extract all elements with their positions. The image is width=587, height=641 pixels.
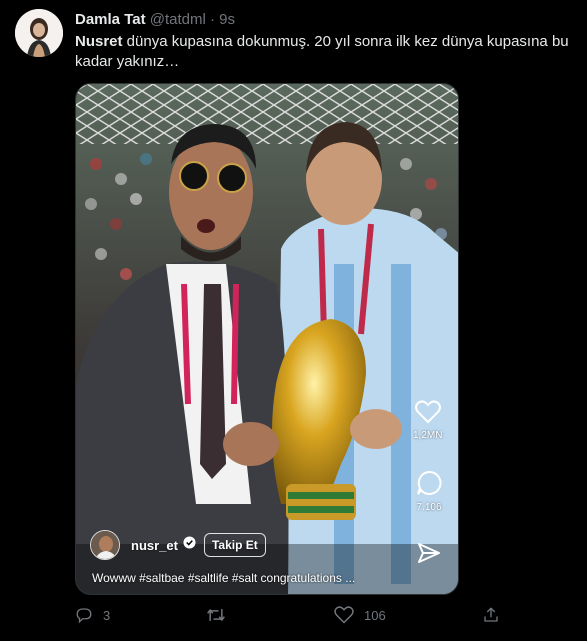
reply-icon	[76, 608, 92, 624]
share-action[interactable]	[482, 606, 500, 624]
author-avatar[interactable]	[15, 9, 63, 57]
separator-dot: ·	[210, 11, 215, 28]
reel-username[interactable]: nusr_et	[131, 538, 178, 553]
tweet-text-bold: Nusret	[75, 33, 123, 50]
author-handle[interactable]: @tatdml	[150, 11, 206, 28]
send-icon	[418, 543, 440, 563]
like-action[interactable]: 106	[334, 606, 386, 624]
retweet-action[interactable]	[206, 606, 236, 624]
reel-caption: Wowww #saltbae #saltlife #salt congratul…	[92, 571, 356, 585]
reply-count: 3	[103, 607, 111, 623]
tweet-text: Nusret dünya kupasına dokunmuş. 20 yıl s…	[75, 32, 570, 72]
reel-like[interactable]: 1,2MN	[413, 400, 442, 441]
tweet-header: Damla Tat @tatdml · 9s	[75, 10, 235, 29]
comment-icon	[417, 470, 442, 495]
media-photo	[76, 84, 458, 594]
tweet-media-video[interactable]: 1,2MN 7.106 nusr_et Takip Et Wowww #salt…	[75, 83, 459, 595]
reel-like-count: 1,2MN	[413, 430, 443, 441]
tweet: Damla Tat @tatdml · 9s Nusret dünya kupa…	[0, 0, 587, 641]
tweet-text-rest: dünya kupasına dokunmuş. 20 yıl sonra il…	[75, 33, 569, 70]
reel-comment-count: 7.106	[416, 502, 442, 513]
tweet-actions: 3 106	[75, 606, 515, 628]
reel-user-row: nusr_et Takip Et	[90, 530, 266, 560]
heart-icon	[414, 400, 441, 424]
tweet-time[interactable]: 9s	[219, 11, 235, 28]
reply-action[interactable]: 3	[75, 606, 110, 624]
verified-icon	[183, 536, 196, 554]
reel-user-avatar[interactable]	[90, 530, 120, 560]
retweet-icon	[207, 609, 225, 621]
author-name[interactable]: Damla Tat	[75, 11, 146, 28]
follow-button[interactable]: Takip Et	[203, 533, 266, 557]
like-count: 106	[364, 607, 386, 623]
reel-comment[interactable]: 7.106	[416, 470, 442, 513]
share-icon	[484, 607, 498, 622]
like-icon	[334, 606, 354, 624]
reel-share[interactable]	[417, 542, 441, 564]
